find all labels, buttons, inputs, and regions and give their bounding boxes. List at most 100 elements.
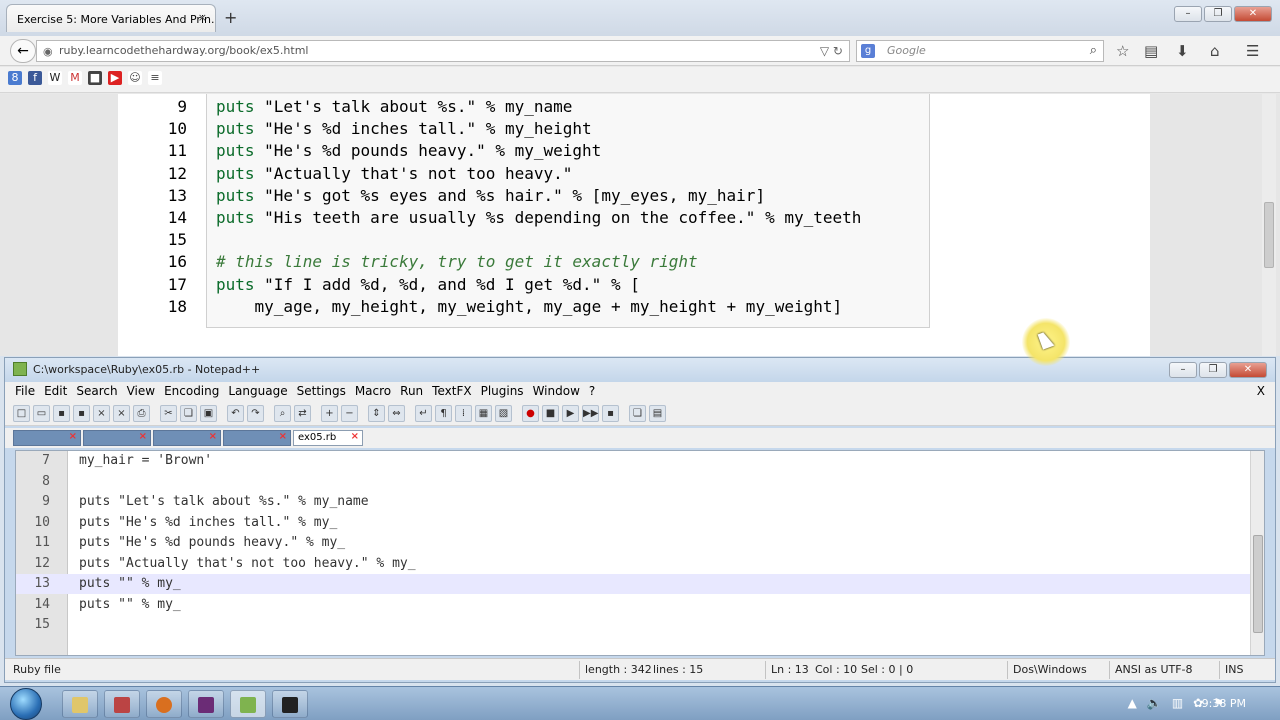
url-bar[interactable]: ◉ ruby.learncodethehardway.org/book/ex5.… xyxy=(36,40,850,62)
youtube-bookmark-icon[interactable]: ▶ xyxy=(108,71,122,85)
editor-line[interactable]: 12 puts "Actually that's not too heavy." … xyxy=(16,554,1264,574)
tab-close-icon[interactable]: × xyxy=(69,431,77,442)
menu-plugins[interactable]: Plugins xyxy=(481,384,524,400)
menu-macro[interactable]: Macro xyxy=(355,384,391,400)
tab-close-icon[interactable]: × xyxy=(139,431,147,442)
undo-icon[interactable]: ↶ xyxy=(227,405,244,422)
menu-window[interactable]: Window xyxy=(533,384,580,400)
menu-settings[interactable]: Settings xyxy=(297,384,346,400)
save-icon[interactable]: ▪ xyxy=(53,405,70,422)
browser-scrollbar[interactable] xyxy=(1262,94,1276,356)
editor-scrollbar[interactable] xyxy=(1250,451,1264,655)
search-box[interactable]: g Google ⌕ xyxy=(856,40,1104,62)
record-macro-icon[interactable]: ● xyxy=(522,405,539,422)
restore-button[interactable]: ❐ xyxy=(1204,6,1232,22)
volume-icon[interactable]: 🔈 xyxy=(1147,696,1162,710)
npp-close-button[interactable]: ✕ xyxy=(1229,362,1267,378)
run-macro-multiple-icon[interactable]: ▶▶ xyxy=(582,405,599,422)
taskbar-app-car[interactable] xyxy=(104,690,140,718)
menu-icon[interactable]: ☰ xyxy=(1246,42,1259,60)
facebook-bookmark-icon[interactable]: f xyxy=(28,71,42,85)
browser-tab[interactable]: Exercise 5: More Variables And Prin... × xyxy=(6,4,216,32)
menu-language[interactable]: Language xyxy=(228,384,287,400)
scroll-thumb[interactable] xyxy=(1264,202,1274,268)
stop-macro-icon[interactable]: ■ xyxy=(542,405,559,422)
file-tab[interactable]: × xyxy=(153,430,221,446)
editor-scroll-thumb[interactable] xyxy=(1253,535,1263,633)
menu-encoding[interactable]: Encoding xyxy=(164,384,219,400)
lang-icon[interactable]: ▦ xyxy=(475,405,492,422)
taskbar-app-firefox[interactable] xyxy=(146,690,182,718)
gmail-bookmark-icon[interactable]: M xyxy=(68,71,82,85)
close-document-icon[interactable]: X xyxy=(1257,384,1265,398)
editor-line[interactable]: 14 puts "" % my_ xyxy=(16,595,1264,615)
npp-restore-button[interactable]: ❐ xyxy=(1199,362,1227,378)
close-tab-icon[interactable]: × xyxy=(198,11,207,24)
new-tab-button[interactable]: + xyxy=(224,8,237,27)
copy-icon[interactable]: ❏ xyxy=(180,405,197,422)
play-macro-icon[interactable]: ▶ xyxy=(562,405,579,422)
menu-run[interactable]: Run xyxy=(400,384,423,400)
taskbar-app-editor[interactable] xyxy=(188,690,224,718)
menu-file[interactable]: File xyxy=(15,384,35,400)
zoom-out-icon[interactable]: − xyxy=(341,405,358,422)
clipboard-icon[interactable]: ❏ xyxy=(629,405,646,422)
file-tab[interactable]: × xyxy=(13,430,81,446)
start-button[interactable] xyxy=(10,688,42,720)
close-window-button[interactable]: ✕ xyxy=(1234,6,1272,22)
redo-icon[interactable]: ↷ xyxy=(247,405,264,422)
taskbar-app-notepadpp[interactable] xyxy=(230,690,266,718)
wikipedia-bookmark-icon[interactable]: W xyxy=(48,71,62,85)
tab-close-icon[interactable]: × xyxy=(279,431,287,442)
find-icon[interactable]: ⌕ xyxy=(274,405,291,422)
menu-textfx[interactable]: TextFX xyxy=(432,384,471,400)
replace-icon[interactable]: ⇄ xyxy=(294,405,311,422)
menu-help[interactable]: ? xyxy=(589,384,595,400)
indent-guide-icon[interactable]: ⁞ xyxy=(455,405,472,422)
show-hidden-icons-icon[interactable]: ▲ xyxy=(1128,696,1137,710)
zoom-in-icon[interactable]: + xyxy=(321,405,338,422)
sync-h-icon[interactable]: ⇔ xyxy=(388,405,405,422)
reddit-bookmark-icon[interactable]: ☺ xyxy=(128,71,142,85)
save-all-icon[interactable]: ▪ xyxy=(73,405,90,422)
close-all-icon[interactable]: × xyxy=(113,405,130,422)
save-macro-icon[interactable]: ▪ xyxy=(602,405,619,422)
paste-icon[interactable]: ▣ xyxy=(200,405,217,422)
taskbar-app-explorer[interactable] xyxy=(62,690,98,718)
editor-line[interactable]: 9 puts "Let's talk about %s." % my_name xyxy=(16,492,1264,512)
taskbar-app-console[interactable] xyxy=(272,690,308,718)
tab-close-icon[interactable]: × xyxy=(209,431,217,442)
menu-view[interactable]: View xyxy=(127,384,155,400)
bookmark-icon[interactable]: ■ xyxy=(88,71,102,85)
file-tab-active[interactable]: ex05.rb × xyxy=(293,430,363,446)
minimize-button[interactable]: – xyxy=(1174,6,1202,22)
search-icon[interactable]: ⌕ xyxy=(1090,43,1097,58)
close-icon[interactable]: × xyxy=(93,405,110,422)
npp-editor[interactable]: 7 my_hair = 'Brown' 8 9 puts "Let's talk abo… xyxy=(15,450,1265,656)
network-icon[interactable]: ▥ xyxy=(1172,696,1183,710)
reload-icon[interactable]: ▽ ↻ xyxy=(820,44,843,58)
download-icon[interactable]: ⬇ xyxy=(1176,42,1189,60)
reading-list-icon[interactable]: ▤ xyxy=(1144,42,1158,60)
npp-minimize-button[interactable]: – xyxy=(1169,362,1197,378)
sync-v-icon[interactable]: ⇕ xyxy=(368,405,385,422)
print-icon[interactable]: ⎙ xyxy=(133,405,150,422)
google-bookmark-icon[interactable]: 8 xyxy=(8,71,22,85)
back-button[interactable]: ← xyxy=(10,39,36,63)
open-file-icon[interactable]: ▭ xyxy=(33,405,50,422)
show-all-chars-icon[interactable]: ¶ xyxy=(435,405,452,422)
stack-bookmark-icon[interactable]: ≡ xyxy=(148,71,162,85)
editor-line[interactable]: 11 puts "He's %d pounds heavy." % my_ xyxy=(16,533,1264,553)
word-wrap-icon[interactable]: ↵ xyxy=(415,405,432,422)
doc-map-icon[interactable]: ▧ xyxy=(495,405,512,422)
editor-line[interactable]: 7 my_hair = 'Brown' xyxy=(16,451,1264,471)
tool-icon[interactable]: ▤ xyxy=(649,405,666,422)
editor-line[interactable]: 8 xyxy=(16,472,1264,492)
home-icon[interactable]: ⌂ xyxy=(1210,42,1220,60)
bookmark-star-icon[interactable]: ☆ xyxy=(1116,42,1129,60)
menu-search[interactable]: Search xyxy=(76,384,117,400)
editor-line[interactable]: 15 xyxy=(16,615,1264,635)
menu-edit[interactable]: Edit xyxy=(44,384,67,400)
editor-line[interactable]: 10 puts "He's %d inches tall." % my_ xyxy=(16,513,1264,533)
file-tab[interactable]: × xyxy=(223,430,291,446)
